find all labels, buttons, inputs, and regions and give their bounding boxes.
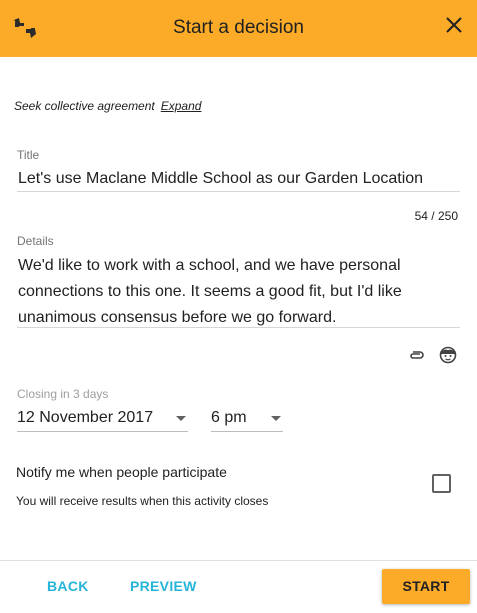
dialog-title: Start a decision [173,17,304,38]
title-char-counter: 54 / 250 [414,209,458,223]
closing-time-select[interactable]: 6 pm [211,405,283,432]
title-input[interactable]: Let's use Maclane Middle School as our G… [18,170,423,188]
details-field-label: Details [17,234,54,248]
notify-checkbox[interactable] [432,474,451,493]
footer-divider [0,560,477,561]
back-button[interactable]: BACK [47,578,89,594]
notify-label: Notify me when people participate [16,464,227,480]
expand-link[interactable]: Expand [161,99,202,113]
emoji-icon[interactable] [439,346,457,364]
details-line: We'd like to work with a school, and we … [18,257,401,274]
dialog-header: Start a decision [0,0,477,57]
closing-date-value: 12 November 2017 [17,409,154,426]
chevron-down-icon [271,416,281,421]
chevron-down-icon [176,416,186,421]
details-line: connections to this one. It seems a good… [18,283,402,300]
closing-time-value: 6 pm [211,409,247,426]
closing-date-select[interactable]: 12 November 2017 [17,405,188,432]
notify-sublabel: You will receive results when this activ… [16,494,269,508]
closing-label: Closing in 3 days [17,387,109,401]
paperclip-icon[interactable] [409,346,427,364]
close-icon[interactable] [445,16,463,34]
details-textarea-underline [17,327,460,328]
start-button[interactable]: START [382,569,470,604]
title-field-label: Title [17,148,40,162]
seek-agreement-label: Seek collective agreement [14,99,155,113]
preview-button[interactable]: PREVIEW [130,578,197,594]
title-input-underline [17,191,460,192]
seek-agreement-text: Seek collective agreement Expand [14,99,201,113]
details-textarea[interactable]: We'd like to work with a school, and we … [18,253,458,331]
